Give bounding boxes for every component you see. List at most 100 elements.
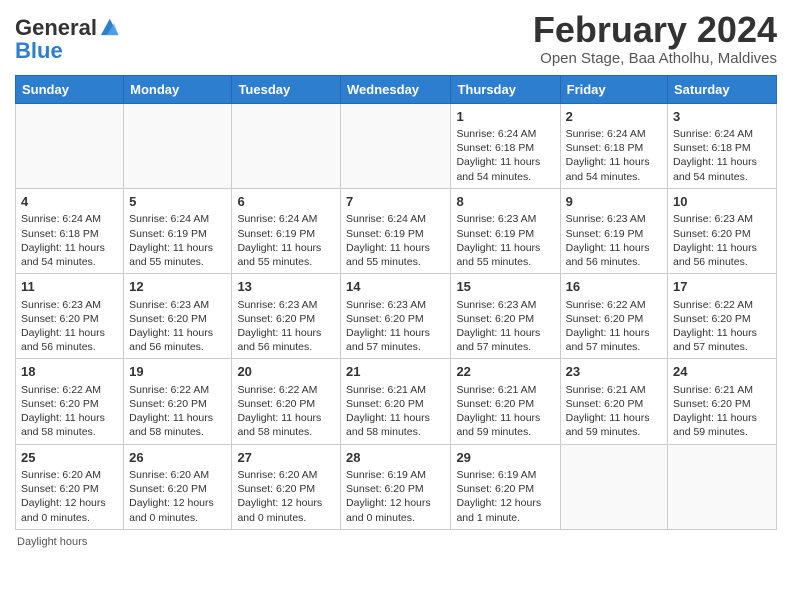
day-number: 24 xyxy=(673,363,771,381)
calendar-day-header: Monday xyxy=(124,75,232,103)
calendar-day-header: Saturday xyxy=(668,75,777,103)
calendar-cell: 2Sunrise: 6:24 AM Sunset: 6:18 PM Daylig… xyxy=(560,103,667,188)
calendar-cell: 18 Sunrise: 6:22 AM Sunset: 6:20 PM Dayli… xyxy=(16,359,124,444)
logo-blue-text: Blue xyxy=(15,38,63,63)
calendar-cell: 14Sunrise: 6:23 AM Sunset: 6:20 PM Dayli… xyxy=(341,274,451,359)
day-number: 15 xyxy=(456,278,554,296)
cell-info: Sunrise: 6:24 AM Sunset: 6:18 PM Dayligh… xyxy=(566,127,662,184)
day-number: 29 xyxy=(456,449,554,467)
cell-info: Sunrise: 6:20 AM Sunset: 6:20 PM Dayligh… xyxy=(237,468,335,525)
day-number: 10 xyxy=(673,193,771,211)
calendar-cell: 17Sunrise: 6:22 AM Sunset: 6:20 PM Dayli… xyxy=(668,274,777,359)
calendar-day-header: Wednesday xyxy=(341,75,451,103)
logo-general-text: General xyxy=(15,17,97,39)
calendar-cell: 16 Sunrise: 6:22 AM Sunset: 6:20 PM Dayli… xyxy=(560,274,667,359)
cell-info: Sunrise: 6:22 AM Sunset: 6:20 PM Dayligh… xyxy=(237,383,335,440)
calendar-cell xyxy=(341,103,451,188)
cell-info: Sunrise: 6:24 AM Sunset: 6:18 PM Dayligh… xyxy=(456,127,554,184)
cell-info: Sunrise: 6:23 AM Sunset: 6:20 PM Dayligh… xyxy=(21,298,118,355)
calendar-cell: 11 Sunrise: 6:23 AM Sunset: 6:20 PM Dayli… xyxy=(16,274,124,359)
cell-info: Sunrise: 6:23 AM Sunset: 6:20 PM Dayligh… xyxy=(129,298,226,355)
day-number: 4 xyxy=(21,193,118,211)
calendar-cell: 8Sunrise: 6:23 AM Sunset: 6:19 PM Daylig… xyxy=(451,188,560,273)
day-number: 1 xyxy=(456,108,554,126)
day-number: 13 xyxy=(237,278,335,296)
calendar-cell xyxy=(232,103,341,188)
day-number: 20 xyxy=(237,363,335,381)
day-number: 16 xyxy=(566,278,662,296)
day-number: 17 xyxy=(673,278,771,296)
calendar-day-header: Sunday xyxy=(16,75,124,103)
day-number: 14 xyxy=(346,278,445,296)
main-title: February 2024 xyxy=(533,10,777,50)
calendar-cell: 6Sunrise: 6:24 AM Sunset: 6:19 PM Daylig… xyxy=(232,188,341,273)
calendar-week-row: 18 Sunrise: 6:22 AM Sunset: 6:20 PM Dayli… xyxy=(16,359,777,444)
day-number: 27 xyxy=(237,449,335,467)
cell-info: Sunrise: 6:21 AM Sunset: 6:20 PM Dayligh… xyxy=(346,383,445,440)
calendar-cell: 29Sunrise: 6:19 AM Sunset: 6:20 PM Dayli… xyxy=(451,444,560,529)
calendar-cell: 15 Sunrise: 6:23 AM Sunset: 6:20 PM Dayli… xyxy=(451,274,560,359)
calendar-cell: 4Sunrise: 6:24 AM Sunset: 6:18 PM Daylig… xyxy=(16,188,124,273)
cell-info: Sunrise: 6:22 AM Sunset: 6:20 PM Dayligh… xyxy=(129,383,226,440)
calendar-week-row: 4Sunrise: 6:24 AM Sunset: 6:18 PM Daylig… xyxy=(16,188,777,273)
cell-info: Sunrise: 6:24 AM Sunset: 6:19 PM Dayligh… xyxy=(346,212,445,269)
calendar-day-header: Friday xyxy=(560,75,667,103)
calendar-cell: 3Sunrise: 6:24 AM Sunset: 6:18 PM Daylig… xyxy=(668,103,777,188)
day-number: 18 xyxy=(21,363,118,381)
calendar-cell: 9Sunrise: 6:23 AM Sunset: 6:19 PM Daylig… xyxy=(560,188,667,273)
calendar-cell: 21 Sunrise: 6:21 AM Sunset: 6:20 PM Dayli… xyxy=(341,359,451,444)
calendar-cell: 13 Sunrise: 6:23 AM Sunset: 6:20 PM Dayli… xyxy=(232,274,341,359)
day-number: 7 xyxy=(346,193,445,211)
cell-info: Sunrise: 6:21 AM Sunset: 6:20 PM Dayligh… xyxy=(566,383,662,440)
calendar-day-header: Tuesday xyxy=(232,75,341,103)
cell-info: Sunrise: 6:23 AM Sunset: 6:20 PM Dayligh… xyxy=(237,298,335,355)
calendar-cell xyxy=(16,103,124,188)
calendar-cell: 23 Sunrise: 6:21 AM Sunset: 6:20 PM Dayli… xyxy=(560,359,667,444)
day-number: 26 xyxy=(129,449,226,467)
day-number: 9 xyxy=(566,193,662,211)
cell-info: Sunrise: 6:22 AM Sunset: 6:20 PM Dayligh… xyxy=(566,298,662,355)
day-number: 19 xyxy=(129,363,226,381)
day-number: 5 xyxy=(129,193,226,211)
calendar-cell: 26Sunrise: 6:20 AM Sunset: 6:20 PM Dayli… xyxy=(124,444,232,529)
day-number: 21 xyxy=(346,363,445,381)
cell-info: Sunrise: 6:24 AM Sunset: 6:18 PM Dayligh… xyxy=(21,212,118,269)
calendar-cell: 24Sunrise: 6:21 AM Sunset: 6:20 PM Dayli… xyxy=(668,359,777,444)
header: General Blue February 2024 Open Stage, B… xyxy=(15,10,777,67)
calendar-cell xyxy=(124,103,232,188)
calendar-day-header: Thursday xyxy=(451,75,560,103)
calendar-cell: 25Sunrise: 6:20 AM Sunset: 6:20 PM Dayli… xyxy=(16,444,124,529)
logo: General Blue xyxy=(15,16,120,63)
calendar-table: SundayMondayTuesdayWednesdayThursdayFrid… xyxy=(15,75,777,530)
calendar-week-row: 25Sunrise: 6:20 AM Sunset: 6:20 PM Dayli… xyxy=(16,444,777,529)
calendar-cell: 10Sunrise: 6:23 AM Sunset: 6:20 PM Dayli… xyxy=(668,188,777,273)
logo-icon xyxy=(98,16,120,38)
calendar-cell: 28Sunrise: 6:19 AM Sunset: 6:20 PM Dayli… xyxy=(341,444,451,529)
calendar-cell: 27Sunrise: 6:20 AM Sunset: 6:20 PM Dayli… xyxy=(232,444,341,529)
cell-info: Sunrise: 6:23 AM Sunset: 6:19 PM Dayligh… xyxy=(456,212,554,269)
cell-info: Sunrise: 6:23 AM Sunset: 6:20 PM Dayligh… xyxy=(673,212,771,269)
calendar-cell: 7Sunrise: 6:24 AM Sunset: 6:19 PM Daylig… xyxy=(341,188,451,273)
daylight-label: Daylight hours xyxy=(17,536,87,548)
subtitle: Open Stage, Baa Atholhu, Maldives xyxy=(533,50,777,67)
calendar-header-row: SundayMondayTuesdayWednesdayThursdayFrid… xyxy=(16,75,777,103)
cell-info: Sunrise: 6:20 AM Sunset: 6:20 PM Dayligh… xyxy=(21,468,118,525)
day-number: 8 xyxy=(456,193,554,211)
day-number: 25 xyxy=(21,449,118,467)
day-number: 2 xyxy=(566,108,662,126)
day-number: 28 xyxy=(346,449,445,467)
day-number: 12 xyxy=(129,278,226,296)
calendar-cell: 19 Sunrise: 6:22 AM Sunset: 6:20 PM Dayli… xyxy=(124,359,232,444)
calendar-cell: 1Sunrise: 6:24 AM Sunset: 6:18 PM Daylig… xyxy=(451,103,560,188)
day-number: 11 xyxy=(21,278,118,296)
footer-note: Daylight hours xyxy=(15,536,777,548)
cell-info: Sunrise: 6:21 AM Sunset: 6:20 PM Dayligh… xyxy=(456,383,554,440)
cell-info: Sunrise: 6:23 AM Sunset: 6:19 PM Dayligh… xyxy=(566,212,662,269)
day-number: 22 xyxy=(456,363,554,381)
cell-info: Sunrise: 6:22 AM Sunset: 6:20 PM Dayligh… xyxy=(21,383,118,440)
day-number: 6 xyxy=(237,193,335,211)
cell-info: Sunrise: 6:23 AM Sunset: 6:20 PM Dayligh… xyxy=(456,298,554,355)
calendar-week-row: 1Sunrise: 6:24 AM Sunset: 6:18 PM Daylig… xyxy=(16,103,777,188)
day-number: 23 xyxy=(566,363,662,381)
calendar-week-row: 11 Sunrise: 6:23 AM Sunset: 6:20 PM Dayli… xyxy=(16,274,777,359)
